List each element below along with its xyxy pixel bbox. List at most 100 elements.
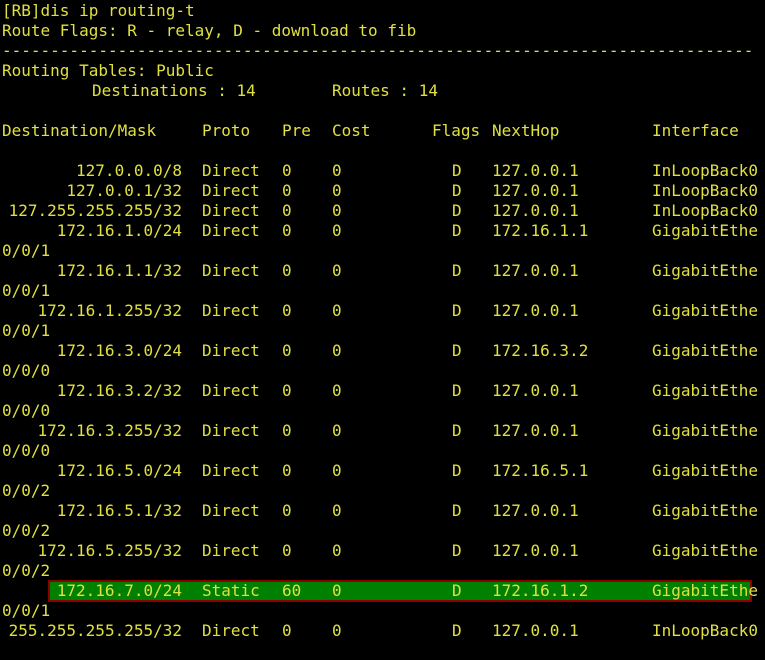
route-interface-continuation: 0/0/1 xyxy=(2,601,51,620)
route-nexthop: 127.0.0.1 xyxy=(492,181,579,200)
table-row-highlighted: 172.16.7.0/24 Static 60 0 D 172.16.1.2 Gigabit… xyxy=(0,581,765,601)
route-flags: D xyxy=(452,541,462,560)
separator-line: ----------------------------------------… xyxy=(2,41,754,60)
route-nexthop: 172.16.1.1 xyxy=(492,221,589,240)
route-cost: 0 xyxy=(332,341,342,360)
header-flags: Flags xyxy=(432,121,481,140)
route-proto: Direct xyxy=(202,501,260,520)
table-header-row: Destination/Mask Proto Pre Cost Flags Ne… xyxy=(0,121,765,141)
route-flags: D xyxy=(452,421,462,440)
route-flags: D xyxy=(452,341,462,360)
route-cost: 0 xyxy=(332,421,342,440)
route-destination: 172.16.7.0/24 xyxy=(56,581,182,600)
header-interface: Interface xyxy=(652,121,739,140)
route-cost: 0 xyxy=(332,161,342,180)
route-preference: 0 xyxy=(282,501,292,520)
route-cost: 0 xyxy=(332,261,342,280)
route-proto: Direct xyxy=(202,541,260,560)
route-flags: D xyxy=(452,381,462,400)
table-row: 172.16.1.255/32 Direct 0 0 D 127.0.0.1 Gigabit… xyxy=(0,301,765,321)
route-destination: 172.16.3.255/32 xyxy=(37,421,183,440)
route-cost: 0 xyxy=(332,621,342,640)
route-interface: GigabitEthe xyxy=(652,541,758,560)
route-cost: 0 xyxy=(332,581,342,600)
route-preference: 0 xyxy=(282,381,292,400)
route-interface: GigabitEthe xyxy=(652,301,758,320)
route-nexthop: 127.0.0.1 xyxy=(492,261,579,280)
route-interface: GigabitEthe xyxy=(652,421,758,440)
route-preference: 0 xyxy=(282,181,292,200)
route-interface-continuation: 0/0/0 xyxy=(2,361,51,380)
destinations-count: Destinations : 14 xyxy=(92,81,256,100)
route-proto: Direct xyxy=(202,301,260,320)
table-row: 255.255.255.255/32 Direct 0 0 D 127.0.0.1 InLo… xyxy=(0,621,765,641)
route-flags: D xyxy=(452,621,462,640)
route-flags: D xyxy=(452,461,462,480)
route-cost: 0 xyxy=(332,381,342,400)
route-flags: D xyxy=(452,201,462,220)
table-row: 127.0.0.0/8 Direct 0 0 D 127.0.0.1 InLoopBack0 xyxy=(0,161,765,181)
route-destination: 255.255.255.255/32 xyxy=(8,621,182,640)
route-flags: D xyxy=(452,221,462,240)
route-preference: 0 xyxy=(282,221,292,240)
route-destination: 127.255.255.255/32 xyxy=(8,201,182,220)
route-destination: 172.16.1.0/24 xyxy=(56,221,182,240)
route-proto: Direct xyxy=(202,221,260,240)
route-proto: Direct xyxy=(202,621,260,640)
route-interface: GigabitEthe xyxy=(652,461,758,480)
route-interface-continuation: 0/0/0 xyxy=(2,441,51,460)
route-nexthop: 172.16.1.2 xyxy=(492,581,589,600)
route-interface: InLoopBack0 xyxy=(652,161,758,180)
route-interface-continuation: 0/0/1 xyxy=(2,321,51,340)
route-flags: D xyxy=(452,581,462,600)
route-cost: 0 xyxy=(332,181,342,200)
command-prompt-line: [RB]dis ip routing-t xyxy=(2,1,195,20)
route-interface: InLoopBack0 xyxy=(652,201,758,220)
header-destination: Destination/Mask xyxy=(2,121,157,140)
routes-count: Routes : 14 xyxy=(332,81,438,100)
route-proto: Direct xyxy=(202,461,260,480)
route-flags: D xyxy=(452,261,462,280)
route-interface: GigabitEthe xyxy=(652,341,758,360)
route-preference: 0 xyxy=(282,621,292,640)
header-nexthop: NextHop xyxy=(492,121,560,140)
route-proto: Direct xyxy=(202,381,260,400)
route-interface-continuation: 0/0/1 xyxy=(2,241,51,260)
route-proto: Direct xyxy=(202,421,260,440)
header-pre: Pre xyxy=(282,121,311,140)
route-cost: 0 xyxy=(332,301,342,320)
route-proto: Direct xyxy=(202,161,260,180)
route-interface-continuation: 0/0/0 xyxy=(2,401,51,420)
table-row: 172.16.1.0/24 Direct 0 0 D 172.16.1.1 GigabitE… xyxy=(0,221,765,241)
header-cost: Cost xyxy=(332,121,371,140)
table-row: 172.16.3.0/24 Direct 0 0 D 172.16.3.2 GigabitE… xyxy=(0,341,765,361)
table-row: 172.16.5.255/32 Direct 0 0 D 127.0.0.1 Gigabit… xyxy=(0,541,765,561)
route-interface: GigabitEthe xyxy=(652,221,758,240)
route-preference: 0 xyxy=(282,541,292,560)
route-interface-continuation: 0/0/1 xyxy=(2,281,51,300)
table-row: 172.16.5.1/32 Direct 0 0 D 127.0.0.1 GigabitEt… xyxy=(0,501,765,521)
route-cost: 0 xyxy=(332,501,342,520)
table-row: 172.16.3.255/32 Direct 0 0 D 127.0.0.1 Gigabit… xyxy=(0,421,765,441)
route-preference: 60 xyxy=(282,581,302,600)
route-nexthop: 127.0.0.1 xyxy=(492,381,579,400)
terminal-window: [RB]dis ip routing-t Route Flags: R - re… xyxy=(0,0,765,660)
routing-table-summary: Destinations : 14 Routes : 14 xyxy=(0,81,765,101)
route-cost: 0 xyxy=(332,221,342,240)
route-preference: 0 xyxy=(282,301,292,320)
table-row: 127.255.255.255/32 Direct 0 0 D 127.0.0.1 InLo… xyxy=(0,201,765,221)
route-nexthop: 127.0.0.1 xyxy=(492,621,579,640)
route-flags: D xyxy=(452,161,462,180)
route-destination: 172.16.5.1/32 xyxy=(56,501,182,520)
route-nexthop: 172.16.5.1 xyxy=(492,461,589,480)
route-cost: 0 xyxy=(332,461,342,480)
routing-table-name: Routing Tables: Public xyxy=(2,61,214,80)
route-proto: Direct xyxy=(202,181,260,200)
route-interface-continuation: 0/0/2 xyxy=(2,481,51,500)
route-preference: 0 xyxy=(282,341,292,360)
table-row: 127.0.0.1/32 Direct 0 0 D 127.0.0.1 InLoopBack… xyxy=(0,181,765,201)
route-flags-line: Route Flags: R - relay, D - download to … xyxy=(2,21,417,40)
route-preference: 0 xyxy=(282,261,292,280)
header-proto: Proto xyxy=(202,121,251,140)
table-row: 172.16.3.2/32 Direct 0 0 D 127.0.0.1 GigabitEt… xyxy=(0,381,765,401)
